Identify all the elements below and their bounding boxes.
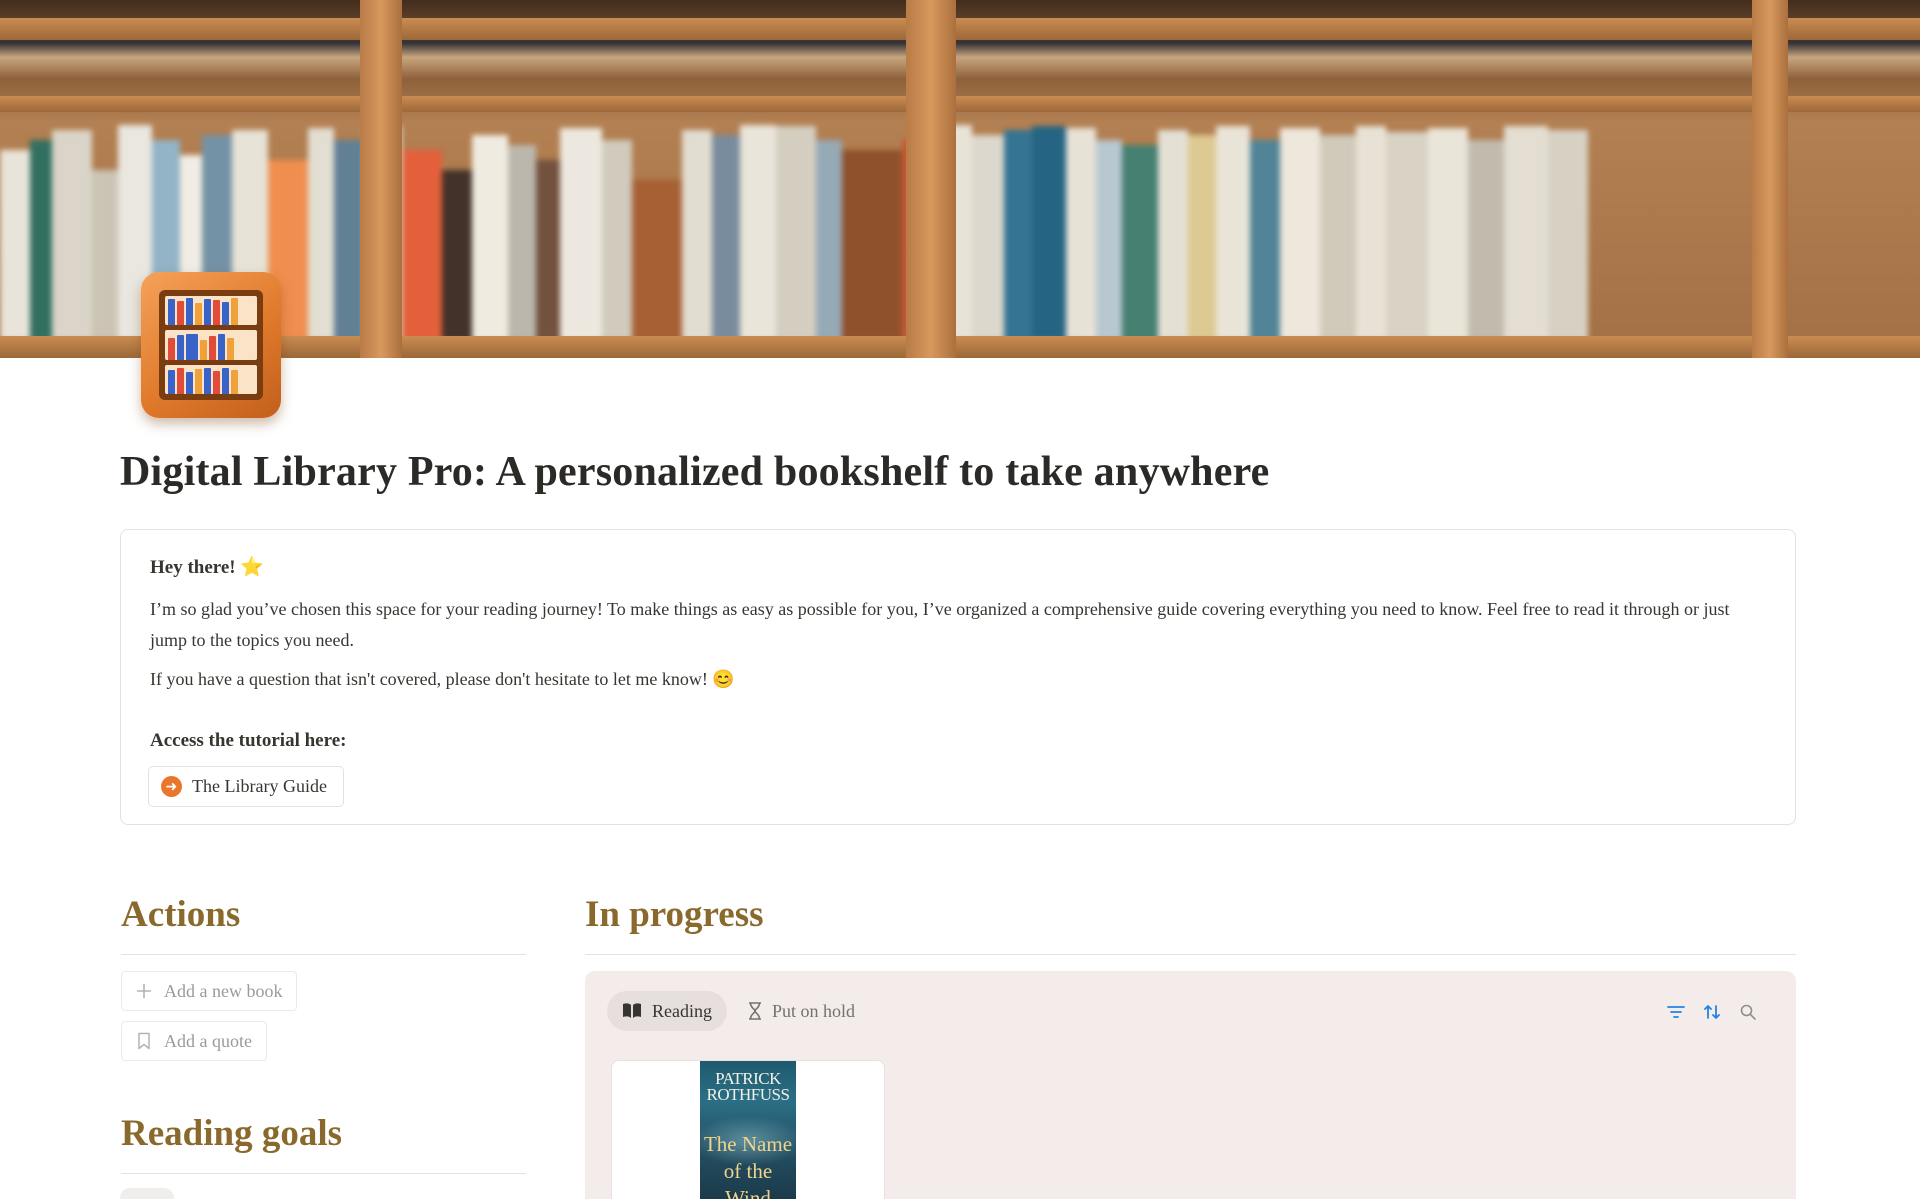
greeting-text: Hey there! — [150, 557, 236, 578]
book-cover-author: PATRICK ROTHFUSS — [706, 1069, 790, 1104]
add-quote-button[interactable]: Add a quote — [121, 1021, 267, 1061]
add-book-button[interactable]: Add a new book — [121, 971, 298, 1011]
reading-goals-divider — [121, 1173, 526, 1174]
bookmark-icon — [138, 1032, 150, 1050]
tab-reading-label: Reading — [652, 1000, 712, 1021]
page-cover-image — [0, 0, 1920, 358]
actions-heading: Actions — [121, 894, 241, 935]
welcome-callout: Hey there! ⭐ I’m so glad you’ve chosen t… — [120, 529, 1796, 825]
library-guide-link[interactable]: ➜ The Library Guide — [148, 766, 344, 807]
arrow-right-circle-icon: ➜ — [161, 776, 182, 797]
page-title[interactable]: Digital Library Pro: A personalized book… — [120, 448, 1270, 496]
callout-paragraph: I’m so glad you’ve chosen this space for… — [150, 599, 1730, 650]
callout-greeting: Hey there! ⭐ — [150, 555, 264, 579]
bookshelf-icon[interactable] — [141, 272, 281, 418]
reading-goals-heading: Reading goals — [121, 1113, 343, 1154]
book-cover-image: PATRICK ROTHFUSS The Name of the Wind — [700, 1061, 796, 1199]
filter-icon[interactable] — [1665, 1001, 1687, 1023]
search-icon[interactable] — [1737, 1001, 1759, 1023]
open-book-icon — [623, 1003, 641, 1018]
star-emoji: ⭐ — [240, 557, 265, 578]
add-quote-label: Add a quote — [164, 1030, 252, 1051]
actions-divider — [121, 954, 526, 955]
in-progress-divider — [585, 954, 1796, 955]
in-progress-board: Reading Put on hold PATRICK ROTHFUSS The… — [585, 971, 1796, 1199]
tutorial-access-label: Access the tutorial here: — [150, 730, 347, 751]
in-progress-heading: In progress — [585, 894, 764, 935]
smile-emoji: 😊 — [712, 669, 735, 689]
hourglass-icon — [749, 1002, 761, 1020]
library-guide-label: The Library Guide — [192, 776, 327, 796]
reading-goals-tab[interactable] — [120, 1188, 174, 1199]
add-book-label: Add a new book — [164, 980, 283, 1001]
tab-reading[interactable]: Reading — [607, 991, 727, 1031]
plus-icon — [137, 984, 151, 998]
sort-icon[interactable] — [1701, 1001, 1723, 1023]
tab-put-on-hold-label: Put on hold — [772, 1000, 856, 1021]
cover-overlay — [0, 0, 1920, 358]
book-cover-title: The Name of the Wind — [703, 1132, 793, 1199]
tab-put-on-hold[interactable]: Put on hold — [733, 991, 870, 1031]
callout-paragraph: If you have a question that isn't covere… — [150, 666, 735, 692]
book-card[interactable]: PATRICK ROTHFUSS The Name of the Wind — [611, 1060, 885, 1199]
callout-paragraph-text: If you have a question that isn't covere… — [150, 669, 708, 689]
